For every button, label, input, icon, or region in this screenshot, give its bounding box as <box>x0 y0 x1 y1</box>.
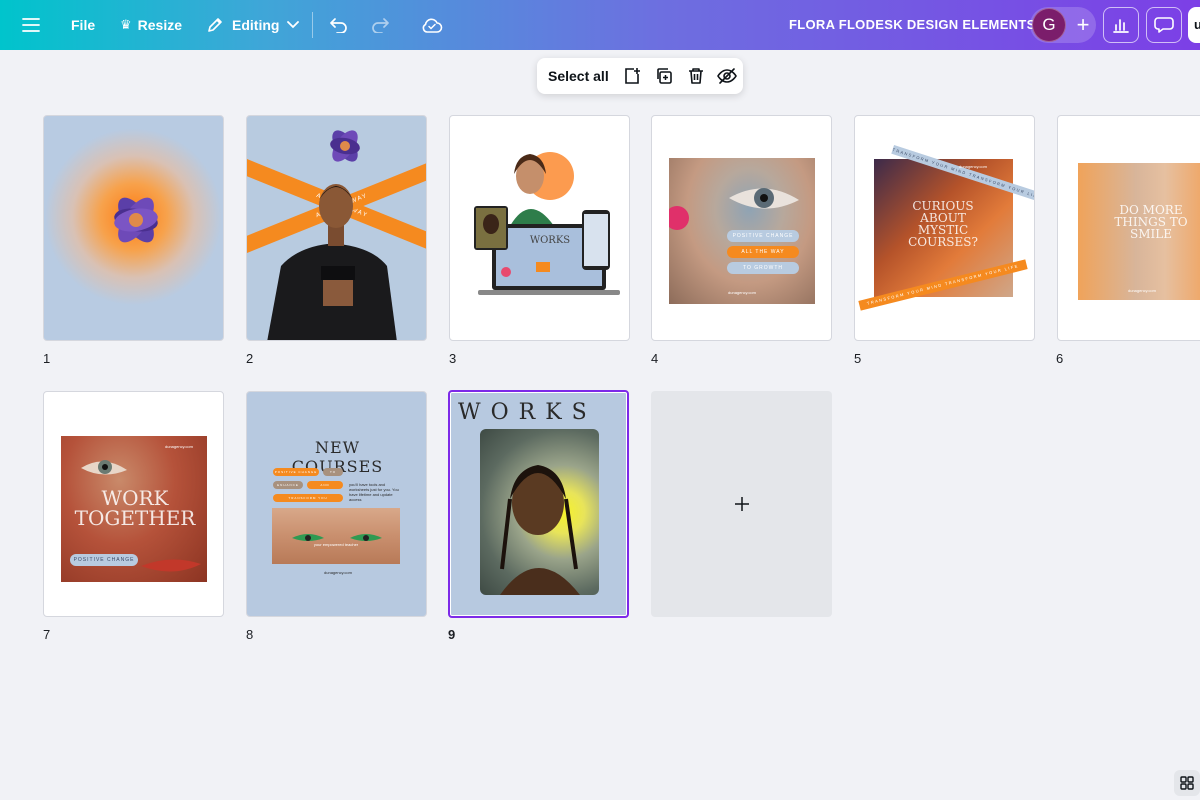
page-number: 2 <box>246 351 254 366</box>
duplicate-page-button[interactable] <box>648 60 680 92</box>
headline: CURIOUS ABOUT MYSTIC COURSES? <box>908 199 978 249</box>
document-title[interactable]: FLORA FLODESK DESIGN ELEMENTS <box>789 17 1036 32</box>
strip-text: your empowered teacher <box>313 542 359 547</box>
chevron-down-icon <box>287 21 300 29</box>
add-page-button[interactable] <box>617 60 649 92</box>
editor-topbar: File ♛ Resize Editing FLORA FLODESK DESI… <box>0 0 1200 50</box>
editing-label: Editing <box>232 17 280 33</box>
editing-mode-dropdown[interactable]: Editing <box>196 8 309 42</box>
screen-headline: WORKS <box>529 235 571 246</box>
trash-icon <box>688 68 703 84</box>
hamburger-icon <box>22 18 40 32</box>
footer-url: dunagency.com <box>324 570 352 575</box>
duplicate-icon <box>657 68 672 84</box>
add-page-icon <box>625 68 641 84</box>
page-number: 3 <box>449 351 457 366</box>
page-number: 7 <box>43 627 51 642</box>
toolbar-divider <box>312 12 313 38</box>
pill-label: TO GROWTH <box>727 262 799 274</box>
page-thumbnail-7[interactable]: dunagency.com WORK TOGETHER POSITIVE CHA… <box>43 391 224 617</box>
page-thumbnail-9[interactable]: WORKS <box>448 390 629 618</box>
portrait-silhouette <box>500 465 580 595</box>
pill-label: TO <box>323 468 343 476</box>
comment-icon <box>1154 17 1174 33</box>
pencil-icon <box>208 18 222 32</box>
hide-page-button[interactable] <box>711 60 743 92</box>
redo-icon <box>372 18 389 33</box>
avatar[interactable]: G <box>1032 8 1066 42</box>
hide-icon <box>717 68 738 84</box>
pill-label: ENHANCE <box>273 481 303 489</box>
footer-url: dunagency.com <box>165 444 193 449</box>
headline: WORKS <box>458 400 597 425</box>
page-thumbnail-2[interactable]: ALL THE WAY ALL THE WAY <box>246 115 427 341</box>
add-collaborator-button[interactable]: + <box>1068 9 1098 41</box>
save-status-button[interactable] <box>413 8 451 42</box>
body-text: you'll have tools and worksheets just fo… <box>349 482 399 502</box>
device-mockup-image <box>474 152 620 295</box>
resize-button[interactable]: ♛ Resize <box>110 8 192 42</box>
footer-url: dunagency.com <box>959 164 987 169</box>
redo-button[interactable] <box>362 8 398 42</box>
page-number: 4 <box>651 351 659 366</box>
grid-icon <box>1180 776 1194 790</box>
file-menu-button[interactable]: File <box>61 8 105 42</box>
headline: DO MORE THINGS TO SMILE <box>1114 203 1188 241</box>
pill-label: AND <box>307 481 343 489</box>
main-menu-button[interactable] <box>14 8 48 42</box>
share-button[interactable]: u <box>1188 7 1200 43</box>
page-number: 6 <box>1056 351 1064 366</box>
woman-black-jacket-image <box>267 130 397 340</box>
eye-closeup-image: POSITIVE CHANGE ALL THE WAY TO GROWTH du… <box>669 158 815 304</box>
page-thumbnail-1[interactable] <box>43 115 224 341</box>
pill-label: TRANSFORM YOU <box>273 494 343 502</box>
bar-chart-icon <box>1113 19 1129 33</box>
footer-url: dunagency.com <box>728 290 756 295</box>
comments-button[interactable] <box>1146 7 1182 43</box>
eye-icon <box>292 534 382 541</box>
select-all-button[interactable]: Select all <box>548 68 609 84</box>
page-number: 9 <box>448 627 456 642</box>
delete-page-button[interactable] <box>680 60 712 92</box>
pill-label: POSITIVE CHANGE <box>70 554 138 566</box>
headline: WORK TOGETHER <box>74 486 196 530</box>
pill-label: POSITIVE CHANGE <box>727 230 799 242</box>
page-number: 1 <box>43 351 51 366</box>
collaborators-group: G + <box>1030 7 1096 43</box>
orchid-flower-image <box>114 197 158 243</box>
grid-view-button[interactable] <box>1174 770 1200 796</box>
footer-url: dunagency.com <box>1128 288 1156 293</box>
pill-label: POSITIVE CHANGE <box>273 468 319 476</box>
insights-button[interactable] <box>1103 7 1139 43</box>
page-thumbnail-4[interactable]: POSITIVE CHANGE ALL THE WAY TO GROWTH du… <box>651 115 832 341</box>
page-number: 5 <box>854 351 862 366</box>
face-green-eyeshadow-image: your empowered teacher <box>272 508 400 564</box>
page-thumbnail-6[interactable]: DO MORE THINGS TO SMILE dunagency.com <box>1057 115 1200 341</box>
pill-label: ALL THE WAY <box>727 246 799 258</box>
page-selection-toolbar: Select all <box>537 58 743 94</box>
page-number: 8 <box>246 627 254 642</box>
page-thumbnail-5[interactable]: CURIOUS ABOUT MYSTIC COURSES? TRANSFORM … <box>854 115 1035 341</box>
undo-icon <box>330 18 347 33</box>
undo-button[interactable] <box>321 8 357 42</box>
resize-label: Resize <box>137 17 183 33</box>
add-page-tile[interactable] <box>651 391 832 617</box>
woman-braids-portrait-image <box>480 429 599 595</box>
crown-icon: ♛ <box>120 17 132 32</box>
cloud-check-icon <box>422 18 443 33</box>
page-thumbnail-3[interactable]: WORKS <box>449 115 630 341</box>
page-thumbnail-8[interactable]: NEW COURSES POSITIVE CHANGE TO ENHANCE A… <box>246 391 427 617</box>
plus-icon <box>734 497 749 511</box>
plus-icon: + <box>1076 12 1090 37</box>
